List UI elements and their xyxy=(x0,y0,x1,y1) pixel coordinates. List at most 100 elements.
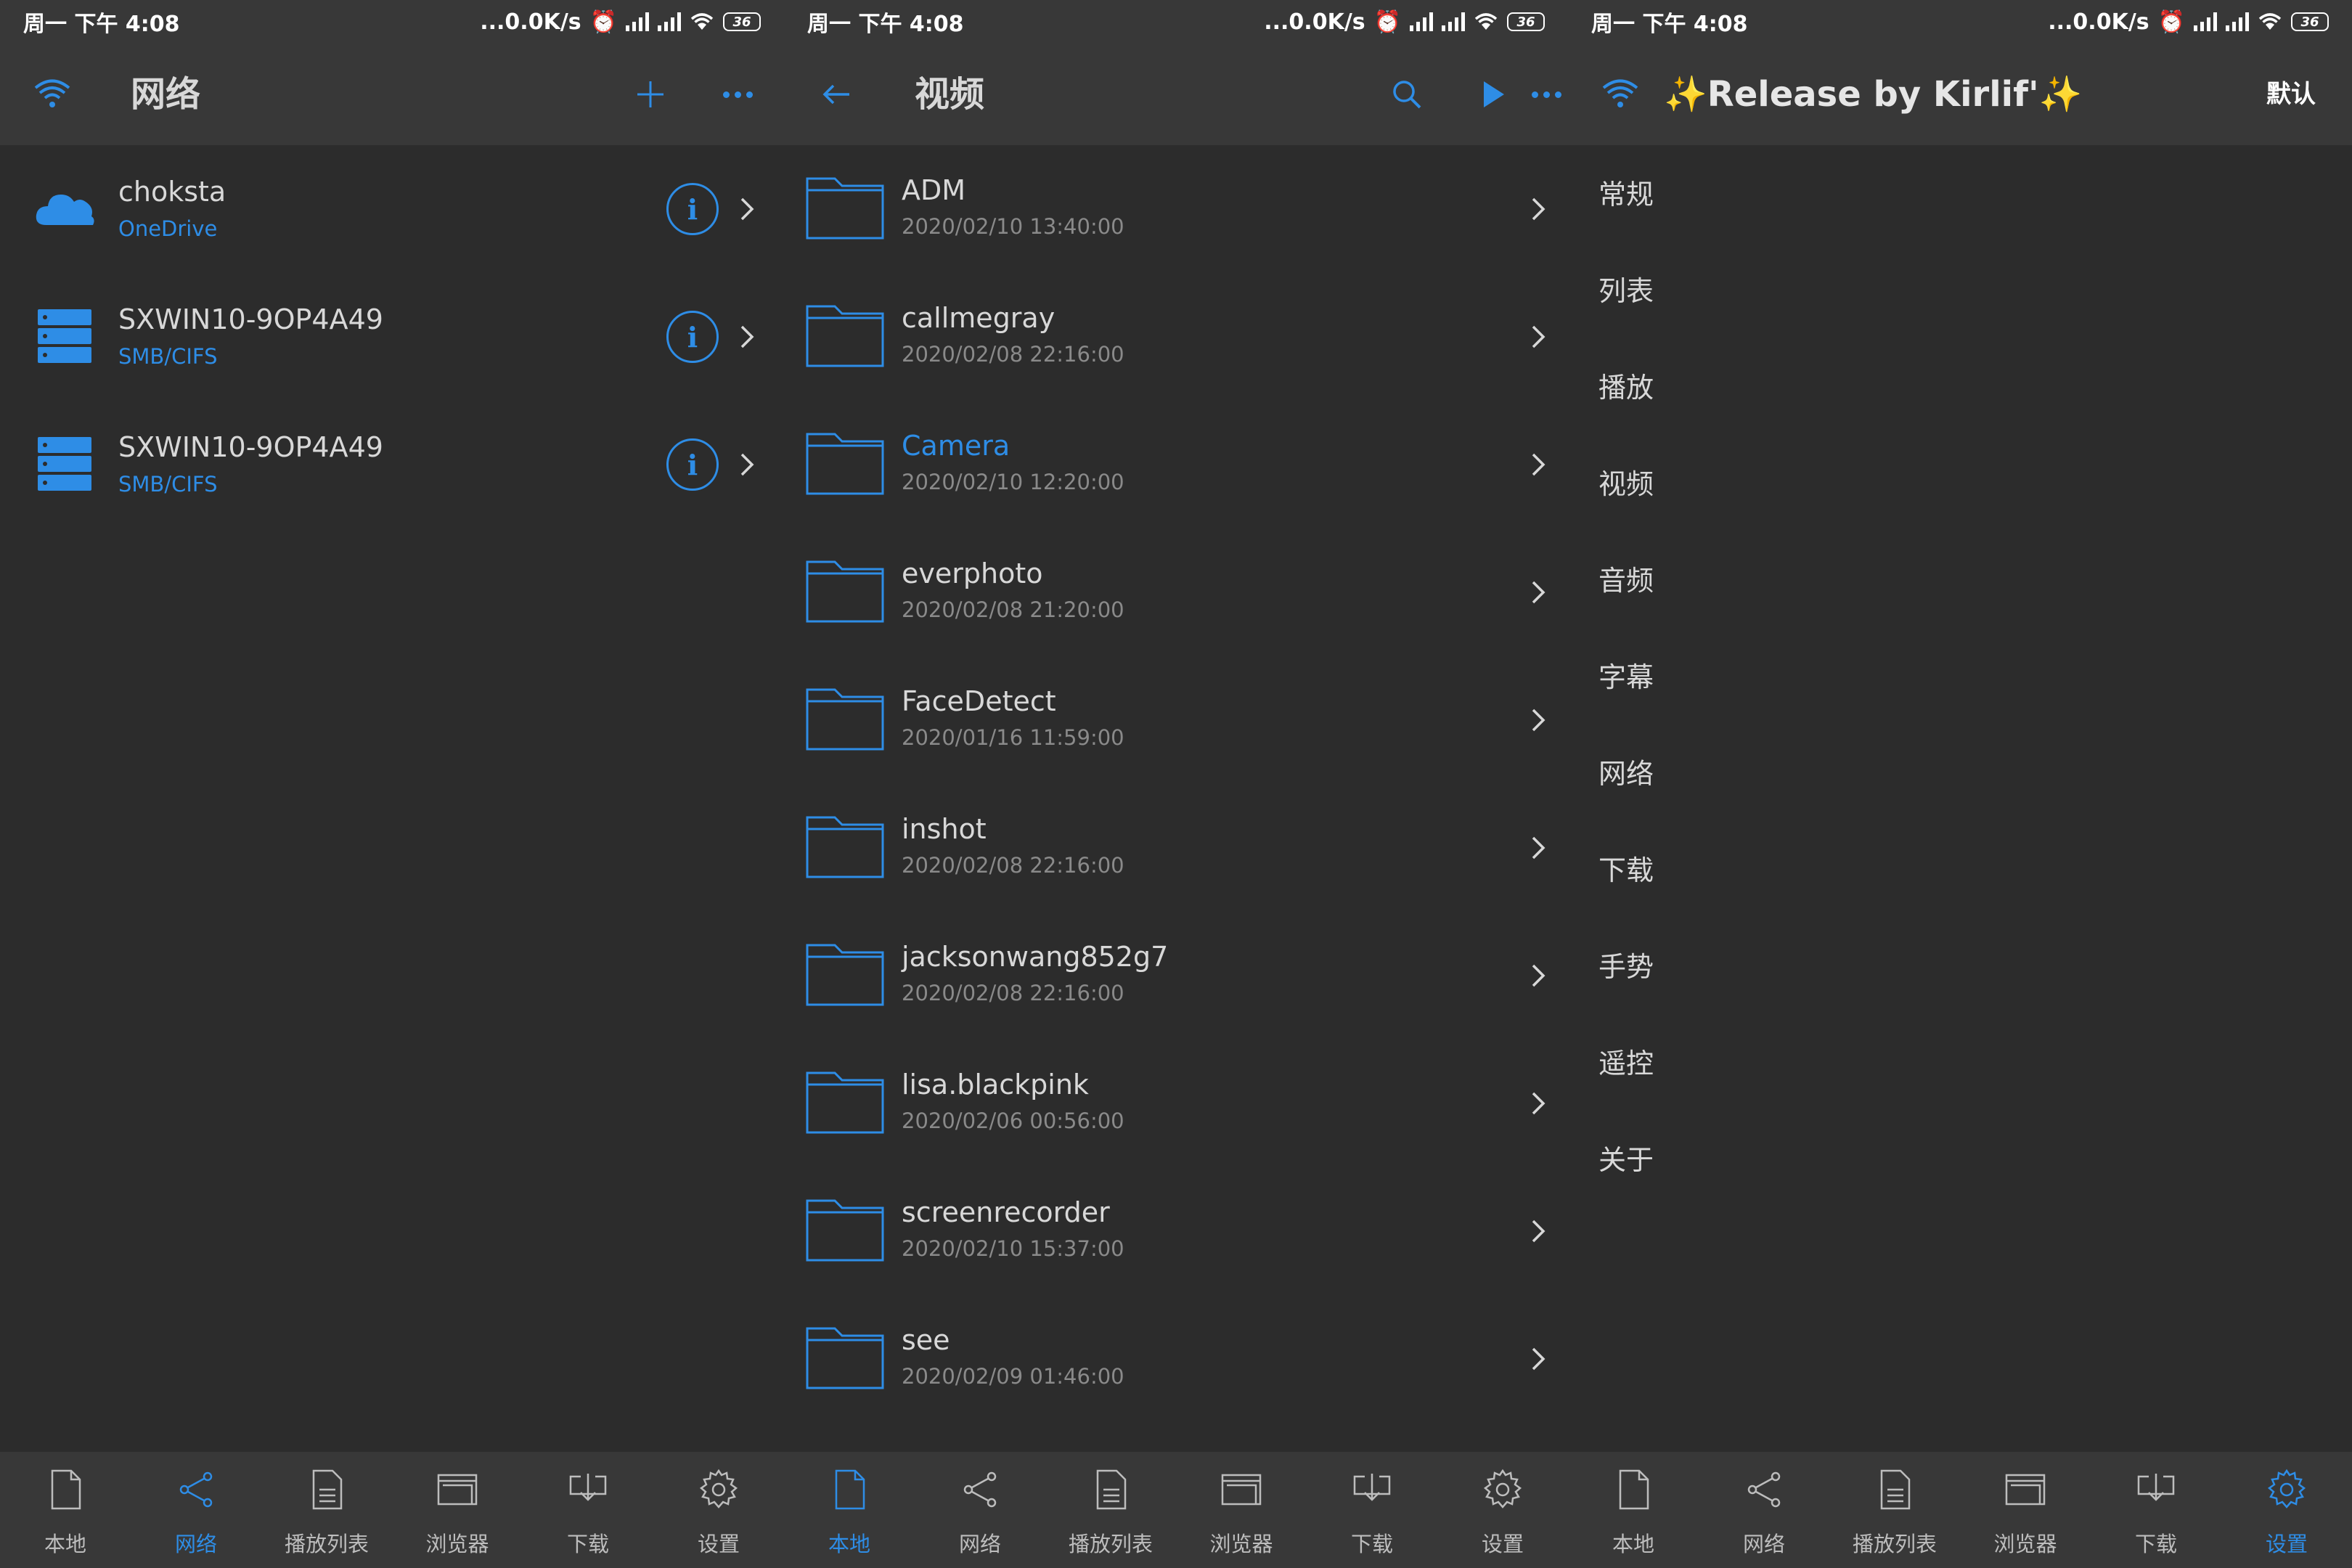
nav-browser[interactable]: 浏览器 xyxy=(1176,1452,1307,1568)
folder-date: 2020/02/10 15:37:00 xyxy=(902,1236,1124,1261)
nav-label: 播放列表 xyxy=(1068,1532,1153,1556)
search-button[interactable] xyxy=(1387,74,1427,115)
nav-label: 设置 xyxy=(697,1532,740,1556)
folder-row[interactable]: jacksonwang852g7 2020/02/08 22:16:00 xyxy=(784,912,1568,1040)
settings-item[interactable]: 常规 xyxy=(1598,166,2034,224)
wifi-icon[interactable] xyxy=(33,75,71,113)
nav-local[interactable]: 本地 xyxy=(0,1452,131,1568)
folder-row[interactable]: screenrecorder 2020/02/10 15:37:00 xyxy=(784,1167,1568,1295)
folder-row[interactable]: everphoto 2020/02/08 21:20:00 xyxy=(784,528,1568,656)
settings-item[interactable]: 字幕 xyxy=(1598,648,2034,706)
folder-name: callmegray xyxy=(902,302,1055,334)
chevron-right-icon[interactable] xyxy=(730,193,762,225)
settings-item[interactable]: 视频 xyxy=(1598,455,2034,513)
playlist-icon xyxy=(312,1469,343,1510)
nav-label: 本地 xyxy=(1612,1532,1654,1556)
chevron-right-icon[interactable] xyxy=(1522,832,1553,864)
page-title: 视频 xyxy=(915,74,985,115)
settings-item[interactable]: 播放 xyxy=(1598,359,2034,417)
chevron-right-icon[interactable] xyxy=(1522,1087,1553,1119)
settings-item[interactable]: 音频 xyxy=(1598,552,2034,610)
folder-name: Camera xyxy=(902,430,1010,462)
nav-playlist[interactable]: 播放列表 xyxy=(261,1452,392,1568)
folder-row[interactable]: lisa.blackpink 2020/02/06 00:56:00 xyxy=(784,1040,1568,1167)
chevron-right-icon[interactable] xyxy=(1522,193,1553,225)
nav-download[interactable]: 下载 xyxy=(523,1452,653,1568)
signal-icon xyxy=(1442,12,1465,31)
folder-row[interactable]: ADM 2020/02/10 13:40:00 xyxy=(784,145,1568,273)
app-bar: ✨Release by Kirlif'✨ 默认 xyxy=(1568,44,2352,145)
chevron-right-icon[interactable] xyxy=(1522,1215,1553,1247)
nav-network[interactable]: 网络 xyxy=(1699,1452,1829,1568)
status-bar: 周一 下午 4:08 ...0.0K/s ⏰ 36 xyxy=(784,0,1568,44)
panel-settings: 周一 下午 4:08 ...0.0K/s ⏰ 36 ✨Release by Ki… xyxy=(1568,0,2352,1568)
chevron-right-icon[interactable] xyxy=(730,449,762,481)
more-button[interactable] xyxy=(717,74,758,115)
nav-browser[interactable]: 浏览器 xyxy=(1960,1452,2091,1568)
nav-settings[interactable]: 设置 xyxy=(653,1452,784,1568)
folder-row[interactable]: inshot 2020/02/08 22:16:00 xyxy=(784,784,1568,912)
folder-row[interactable]: callmegray 2020/02/08 22:16:00 xyxy=(784,273,1568,401)
sparkle-icon: ✨ xyxy=(1664,74,1707,115)
alarm-icon: ⏰ xyxy=(2157,9,2185,35)
folder-row[interactable]: see 2020/02/09 01:46:00 xyxy=(784,1295,1568,1423)
status-time: 周一 下午 4:08 xyxy=(23,12,180,37)
chevron-right-icon[interactable] xyxy=(1522,576,1553,608)
nav-download[interactable]: 下载 xyxy=(1307,1452,1437,1568)
folder-icon xyxy=(806,1199,884,1262)
info-icon[interactable]: i xyxy=(666,311,719,363)
settings-item[interactable]: 列表 xyxy=(1598,262,2034,320)
server-row-onedrive[interactable]: choksta OneDrive i xyxy=(0,145,784,273)
info-icon[interactable]: i xyxy=(666,183,719,235)
chevron-right-icon[interactable] xyxy=(1522,321,1553,353)
signal-icon xyxy=(658,12,681,31)
default-button[interactable]: 默认 xyxy=(2266,44,2316,145)
nav-network[interactable]: 网络 xyxy=(915,1452,1045,1568)
server-row-smb[interactable]: SXWIN10-9OP4A49 SMB/CIFS i xyxy=(0,273,784,401)
folder-row[interactable]: FaceDetect 2020/01/16 11:59:00 xyxy=(784,656,1568,784)
server-row-smb[interactable]: SXWIN10-9OP4A49 SMB/CIFS i xyxy=(0,401,784,528)
settings-item[interactable]: 下载 xyxy=(1598,841,2034,899)
nav-playlist[interactable]: 播放列表 xyxy=(1045,1452,1176,1568)
browser-icon xyxy=(437,1474,478,1506)
back-arrow-icon[interactable] xyxy=(817,75,855,113)
server-type: OneDrive xyxy=(118,216,218,241)
chevron-right-icon[interactable] xyxy=(730,321,762,353)
settings-item[interactable]: 遥控 xyxy=(1598,1034,2034,1093)
nav-label: 网络 xyxy=(174,1532,217,1556)
nav-settings[interactable]: 设置 xyxy=(1437,1452,1568,1568)
wifi-icon[interactable] xyxy=(1601,75,1639,113)
settings-item[interactable]: 关于 xyxy=(1598,1131,2034,1189)
folder-name: see xyxy=(902,1324,950,1356)
folder-name: screenrecorder xyxy=(902,1196,1110,1228)
more-button[interactable] xyxy=(1526,74,1567,115)
page-title: 网络 xyxy=(131,74,201,115)
chevron-right-icon[interactable] xyxy=(1522,449,1553,481)
add-button[interactable] xyxy=(630,74,671,115)
nav-playlist[interactable]: 播放列表 xyxy=(1829,1452,1960,1568)
battery-icon: 36 xyxy=(1507,12,1545,31)
nav-local[interactable]: 本地 xyxy=(1568,1452,1699,1568)
nav-browser[interactable]: 浏览器 xyxy=(392,1452,523,1568)
chevron-right-icon[interactable] xyxy=(1522,1343,1553,1375)
settings-item[interactable]: 手势 xyxy=(1598,938,2034,996)
chevron-right-icon[interactable] xyxy=(1522,704,1553,736)
server-name: SXWIN10-9OP4A49 xyxy=(118,431,383,463)
chevron-right-icon[interactable] xyxy=(1522,960,1553,992)
folder-icon xyxy=(806,944,884,1006)
plus-icon xyxy=(637,81,663,107)
folder-row[interactable]: Camera 2020/02/10 12:20:00 xyxy=(784,401,1568,528)
nav-local[interactable]: 本地 xyxy=(784,1452,915,1568)
search-icon xyxy=(1393,81,1421,109)
info-icon[interactable]: i xyxy=(666,438,719,491)
app-bar: 网络 xyxy=(0,44,784,145)
nav-settings[interactable]: 设置 xyxy=(2221,1452,2352,1568)
download-icon xyxy=(1353,1474,1391,1501)
battery-icon: 36 xyxy=(723,12,761,31)
nav-download[interactable]: 下载 xyxy=(2091,1452,2221,1568)
nav-network[interactable]: 网络 xyxy=(131,1452,261,1568)
settings-item[interactable]: 网络 xyxy=(1598,745,2034,803)
status-bar: 周一 下午 4:08 ...0.0K/s ⏰ 36 xyxy=(0,0,784,44)
folder-icon xyxy=(806,1071,884,1134)
play-button[interactable] xyxy=(1472,74,1513,115)
